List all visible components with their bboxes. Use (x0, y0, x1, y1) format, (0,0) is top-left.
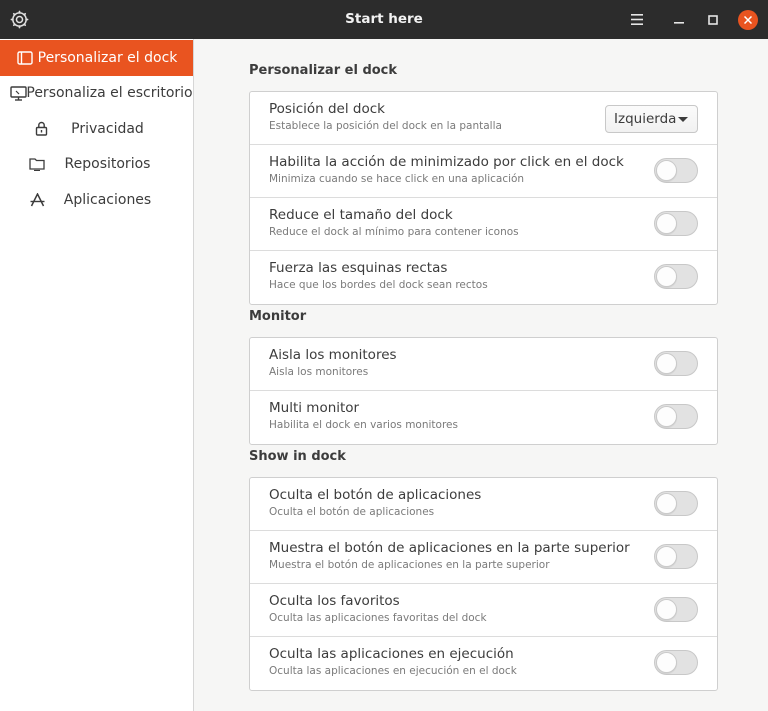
minimize-icon (674, 21, 684, 24)
maximize-icon (708, 14, 718, 25)
minimize-button[interactable] (666, 0, 692, 39)
setting-subtitle: Establece la posición del dock en la pan… (269, 120, 502, 132)
sidebar-item-label: Repositorios (64, 156, 151, 173)
setting-title: Oculta el botón de aplicaciones (269, 487, 482, 503)
chevron-down-icon (678, 117, 688, 122)
titlebar: Start here (0, 0, 768, 39)
setting-title: Habilita la acción de minimizado por cli… (269, 154, 624, 170)
settings-card-show-in-dock: Oculta el botón de aplicaciones Oculta e… (249, 477, 718, 691)
hide-apps-button-toggle[interactable] (654, 491, 698, 516)
setting-subtitle: Minimiza cuando se hace click en una apl… (269, 173, 525, 185)
setting-subtitle: Oculta el botón de aplicaciones (269, 506, 435, 518)
reduce-dock-toggle[interactable] (654, 211, 698, 236)
setting-row-favoritos: Oculta los favoritos Oculta las aplicaci… (250, 584, 717, 637)
setting-subtitle: Aisla los monitores (269, 366, 369, 378)
maximize-button[interactable] (700, 0, 726, 39)
toggle-knob (656, 652, 677, 673)
setting-subtitle: Habilita el dock en varios monitores (269, 419, 458, 431)
toggle-knob (656, 160, 677, 181)
toggle-knob (656, 546, 677, 567)
setting-subtitle: Oculta las aplicaciones favoritas del do… (269, 612, 487, 624)
hide-favorites-toggle[interactable] (654, 597, 698, 622)
setting-title: Aisla los monitores (269, 347, 397, 363)
toggle-knob (656, 406, 677, 427)
close-button[interactable] (735, 0, 761, 39)
lock-icon (32, 120, 50, 138)
toggle-knob (656, 213, 677, 234)
setting-title: Muestra el botón de aplicaciones en la p… (269, 540, 630, 556)
setting-subtitle: Oculta las aplicaciones en ejecución en … (269, 665, 517, 677)
main-content: Personalizar el dock Posición del dock E… (194, 39, 768, 711)
section-title-show-in-dock: Show in dock (249, 449, 346, 464)
section-title-dock: Personalizar el dock (249, 63, 398, 78)
section-title-monitor: Monitor (249, 309, 307, 324)
setting-subtitle: Muestra el botón de aplicaciones en la p… (269, 559, 550, 571)
toggle-knob (656, 266, 677, 287)
window-title: Start here (345, 11, 423, 27)
setting-row-oculta-boton: Oculta el botón de aplicaciones Oculta e… (250, 478, 717, 531)
sidebar-item-label: Personaliza el escritorio (26, 85, 193, 102)
sidebar-item-repositorios[interactable]: Repositorios (0, 147, 193, 183)
setting-title: Fuerza las esquinas rectas (269, 260, 448, 276)
sidebar-item-escritorio[interactable]: Personaliza el escritorio (0, 76, 193, 112)
folder-icon (28, 155, 46, 173)
minimize-click-toggle[interactable] (654, 158, 698, 183)
sidebar: Personalizar el dock Personaliza el escr… (0, 39, 194, 711)
setting-row-minimizado: Habilita la acción de minimizado por cli… (250, 145, 717, 198)
setting-row-ejecucion: Oculta las aplicaciones en ejecución Ocu… (250, 637, 717, 690)
menu-button[interactable] (624, 0, 650, 39)
hamburger-icon (631, 14, 643, 25)
toggle-knob (656, 493, 677, 514)
applications-icon (28, 191, 46, 209)
settings-card-dock: Posición del dock Establece la posición … (249, 91, 718, 305)
setting-title: Oculta los favoritos (269, 593, 400, 609)
toggle-knob (656, 353, 677, 374)
dropdown-value: Izquierda (614, 111, 677, 127)
setting-subtitle: Hace que los bordes del dock sean rectos (269, 279, 488, 291)
apps-button-top-toggle[interactable] (654, 544, 698, 569)
square-corners-toggle[interactable] (654, 264, 698, 289)
sidebar-item-personalizar-dock[interactable]: Personalizar el dock (0, 40, 193, 76)
setting-row-esquinas: Fuerza las esquinas rectas Hace que los … (250, 251, 717, 304)
setting-title: Posición del dock (269, 101, 385, 117)
sidebar-item-label: Aplicaciones (63, 191, 152, 208)
setting-row-multimonitor: Multi monitor Habilita el dock en varios… (250, 391, 717, 444)
setting-row-boton-superior: Muestra el botón de aplicaciones en la p… (250, 531, 717, 584)
app-gear-icon (10, 10, 29, 29)
monitor-icon (9, 84, 27, 102)
multi-monitor-toggle[interactable] (654, 404, 698, 429)
setting-title: Multi monitor (269, 400, 360, 416)
close-icon (738, 9, 758, 30)
app-window: Start here Personalizar el dock Personal… (0, 0, 768, 711)
hide-running-apps-toggle[interactable] (654, 650, 698, 675)
sidebar-item-label: Privacidad (71, 120, 144, 137)
isolate-monitors-toggle[interactable] (654, 351, 698, 376)
setting-title: Reduce el tamaño del dock (269, 207, 453, 223)
setting-row-posicion: Posición del dock Establece la posición … (250, 92, 717, 145)
setting-subtitle: Reduce el dock al mínimo para contener i… (269, 226, 519, 238)
sidebar-item-label: Personalizar el dock (37, 49, 178, 66)
dock-position-dropdown[interactable]: Izquierda (605, 105, 698, 133)
sidebar-item-aplicaciones[interactable]: Aplicaciones (0, 182, 193, 218)
sidebar-item-privacidad[interactable]: Privacidad (0, 111, 193, 147)
dock-icon (16, 49, 34, 67)
settings-card-monitor: Aisla los monitores Aisla los monitores … (249, 337, 718, 445)
setting-title: Oculta las aplicaciones en ejecución (269, 646, 514, 662)
toggle-knob (656, 599, 677, 620)
setting-row-reduce: Reduce el tamaño del dock Reduce el dock… (250, 198, 717, 251)
setting-row-aisla: Aisla los monitores Aisla los monitores (250, 338, 717, 391)
